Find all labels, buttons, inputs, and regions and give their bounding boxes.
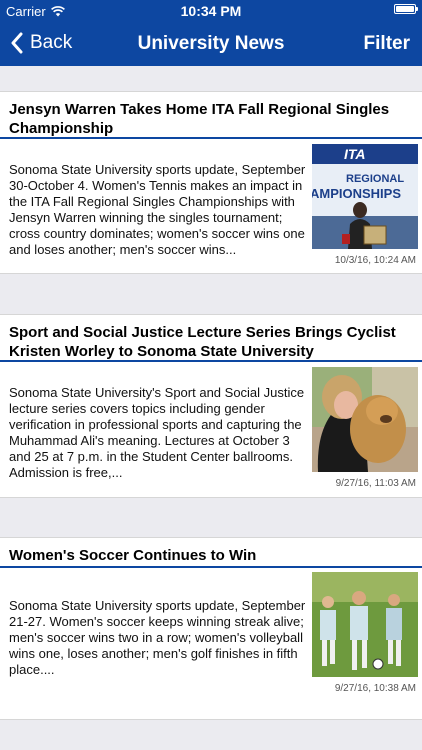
status-right [394,4,418,14]
divider [0,137,422,139]
article-thumbnail: ITA REGIONAL AMPIONSHIPS [312,144,418,249]
image-banner-top: ITA [344,146,366,162]
navigation-bar: Back University News Filter [0,22,422,66]
article-thumbnail [312,367,418,472]
article-date: 9/27/16, 11:03 AM [335,478,416,489]
article-date: 9/27/16, 10:38 AM [334,683,416,694]
back-label: Back [30,32,73,53]
divider [0,566,422,568]
chevron-left-icon [11,32,23,54]
article-date: 10/3/16, 10:24 AM [334,255,416,266]
divider [0,360,422,362]
battery-level [396,6,414,12]
news-card[interactable]: Jensyn Warren Takes Home ITA Fall Region… [0,91,422,274]
news-card[interactable]: Sport and Social Justice Lecture Series … [0,314,422,498]
status-bar: Carrier 10:34 PM [0,0,422,22]
article-summary: Sonoma State University sports update, S… [9,162,306,257]
article-thumbnail [312,572,418,677]
image-banner-mid: REGIONAL [346,173,404,185]
article-title: Sport and Social Justice Lecture Series … [9,324,396,360]
article-summary: Sonoma State University sports update, S… [9,598,306,677]
status-time: 10:34 PM [180,3,242,19]
battery-icon [394,4,418,14]
article-summary: Sonoma State University's Sport and Soci… [9,385,305,480]
article-title: Women's Soccer Continues to Win [9,547,257,564]
filter-button[interactable]: Filter [364,33,410,55]
back-button[interactable]: Back [10,32,72,54]
article-title: Jensyn Warren Takes Home ITA Fall Region… [9,101,390,137]
news-card[interactable]: Women's Soccer Continues to Win Sonoma S… [0,537,422,720]
image-banner-bottom: AMPIONSHIPS [312,186,401,201]
